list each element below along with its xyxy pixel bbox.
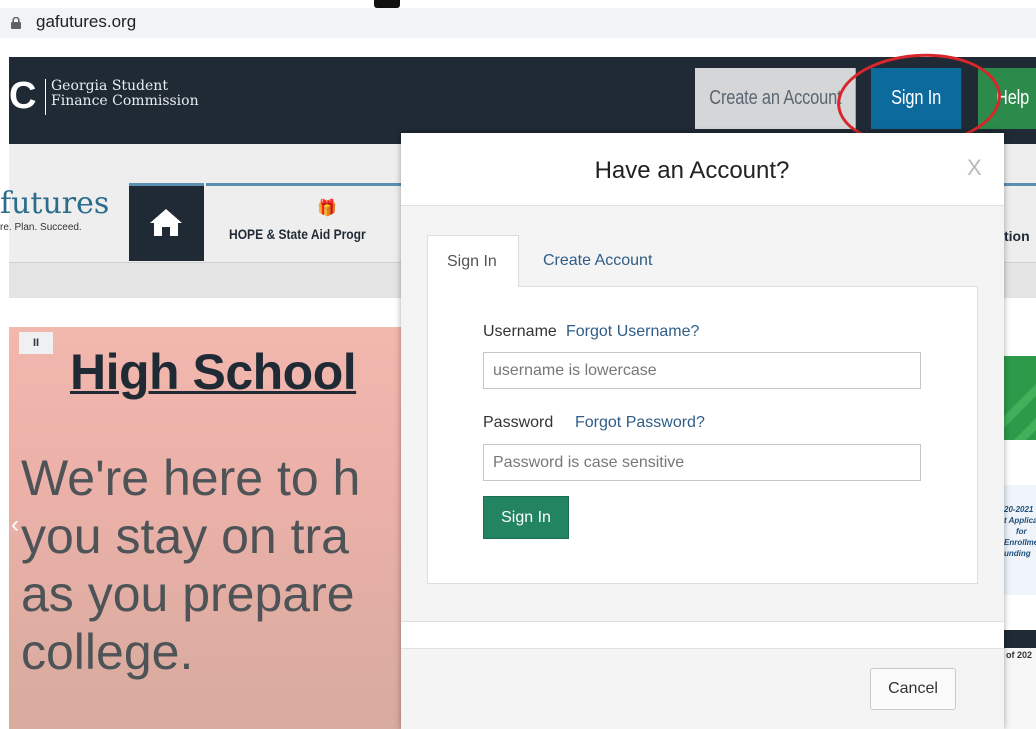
modal-body: Sign In Create Account Username Forgot U…	[401, 205, 1004, 622]
flyer-line-2: t Applica	[1004, 516, 1036, 525]
nav-tab-right[interactable]: tion	[1004, 183, 1036, 261]
brand-name[interactable]: Georgia Student Finance Commission	[51, 79, 199, 109]
sign-in-modal: Have an Account? X Sign In Create Accoun…	[401, 133, 1004, 729]
gift-icon: 🎁	[317, 200, 337, 217]
modal-close-button[interactable]: X	[967, 155, 982, 181]
hero-text: We're here to h you stay on tra as you p…	[21, 449, 360, 681]
brand-line-2: Finance Commission	[51, 93, 199, 109]
cancel-button[interactable]: Cancel	[870, 668, 956, 710]
screenshot-root: gafutures.org C Georgia Student Finance …	[0, 0, 1036, 729]
home-icon	[150, 209, 182, 236]
stripe-pattern	[1004, 384, 1036, 440]
url-text[interactable]: gafutures.org	[36, 12, 136, 32]
password-input[interactable]	[483, 444, 921, 481]
gafutures-logo[interactable]: futures	[0, 186, 109, 221]
tab-sign-in[interactable]: Sign In	[427, 235, 519, 287]
modal-title: Have an Account?	[594, 157, 790, 184]
create-account-button[interactable]: Create an Account	[695, 68, 856, 129]
brand-line-1: Georgia Student	[51, 78, 168, 94]
hero-title[interactable]: High School	[70, 343, 357, 401]
promo-tile-green[interactable]	[1004, 356, 1036, 440]
forgot-username-link[interactable]: Forgot Username?	[566, 323, 699, 341]
nav-tab-hope-label: HOPE & State Aid Progr	[229, 226, 366, 242]
promo-flyer[interactable]: 20-2021 t Applica for Enrollme unding	[1004, 485, 1036, 595]
username-input[interactable]	[483, 352, 921, 389]
lock-icon	[11, 17, 21, 29]
password-label: Password	[483, 414, 554, 431]
forgot-password-link[interactable]: Forgot Password?	[575, 414, 705, 432]
nav-tab-right-label: tion	[1004, 228, 1030, 244]
modal-footer: Cancel	[401, 648, 1004, 729]
flyer-line-1: 20-2021	[1004, 505, 1034, 514]
logo-tagline: re. Plan. Succeed.	[0, 222, 82, 233]
document-title: of 202	[1006, 650, 1033, 660]
hero-line-1: We're here to h	[21, 450, 361, 506]
home-tab[interactable]	[129, 183, 204, 261]
flyer-line-4: Enrollme	[1004, 538, 1036, 547]
promo-document[interactable]: of 202	[1004, 648, 1036, 729]
nav-tab-hope[interactable]: 🎁 HOPE & State Aid Progr	[206, 183, 406, 261]
hero-line-4: college.	[21, 624, 194, 680]
sign-in-form: Username Forgot Username? Password Forgo…	[427, 286, 978, 584]
hero-banner: II High School We're here to h you stay …	[9, 327, 404, 729]
brand-divider	[45, 79, 46, 115]
top-clipped-glyph	[374, 0, 400, 8]
hero-line-2: you stay on tra	[21, 508, 349, 564]
carousel-pause-button[interactable]: II	[19, 332, 53, 354]
flyer-line-3: for	[1016, 527, 1027, 536]
address-bar[interactable]: gafutures.org	[0, 8, 1036, 38]
flyer-line-5: unding	[1004, 549, 1031, 558]
tab-create-account[interactable]: Create Account	[543, 235, 652, 287]
sign-in-submit-button[interactable]: Sign In	[483, 496, 569, 539]
hero-line-3: as you prepare	[21, 566, 355, 622]
brand-logo-letter[interactable]: C	[9, 75, 36, 118]
carousel-prev-arrow[interactable]: ‹	[11, 511, 19, 539]
username-label: Username	[483, 323, 557, 340]
